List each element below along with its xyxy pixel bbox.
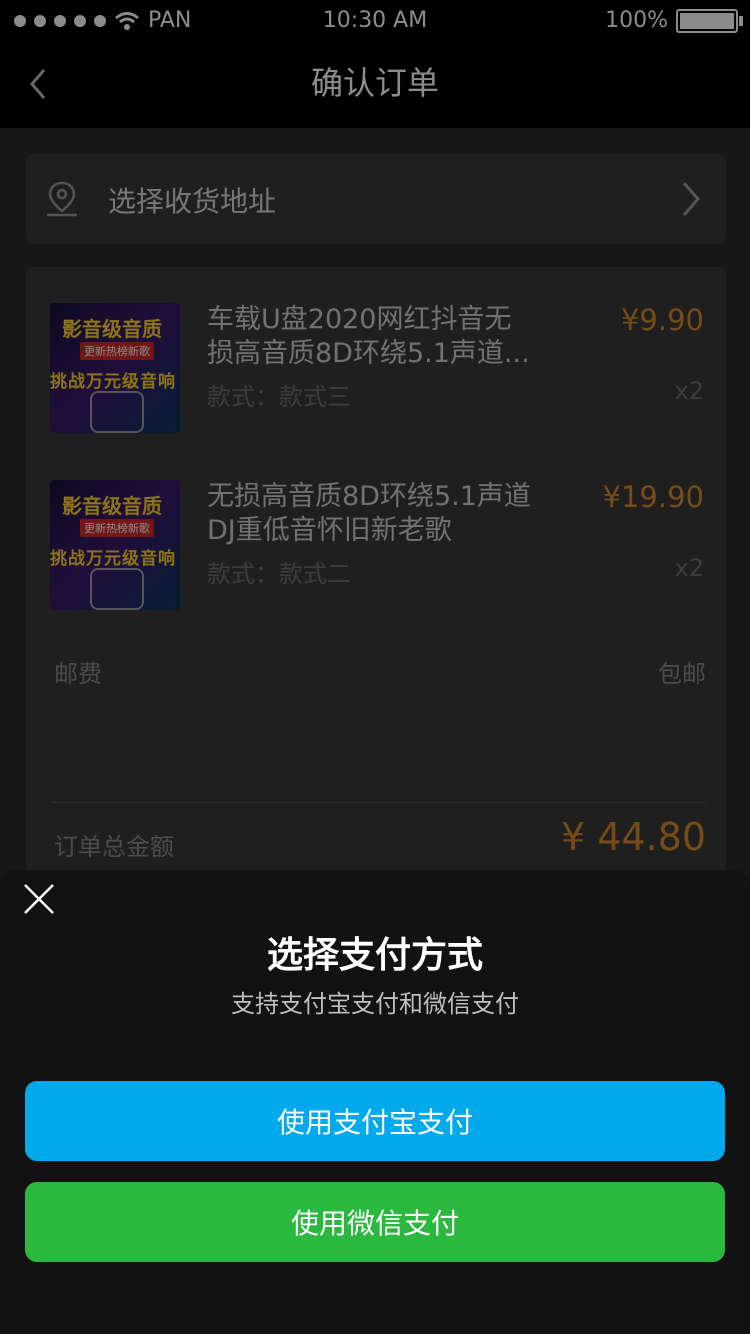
close-icon[interactable] [22,882,56,916]
sheet-subtitle: 支持支付宝支付和微信支付 [231,990,519,1018]
sheet-title: 选择支付方式 [266,935,483,976]
payment-method-sheet: 选择支付方式 支持支付宝支付和微信支付 使用支付宝支付 使用微信支付 [0,870,750,1334]
alipay-button[interactable]: 使用支付宝支付 [25,1081,725,1161]
wechat-pay-button[interactable]: 使用微信支付 [25,1182,725,1262]
